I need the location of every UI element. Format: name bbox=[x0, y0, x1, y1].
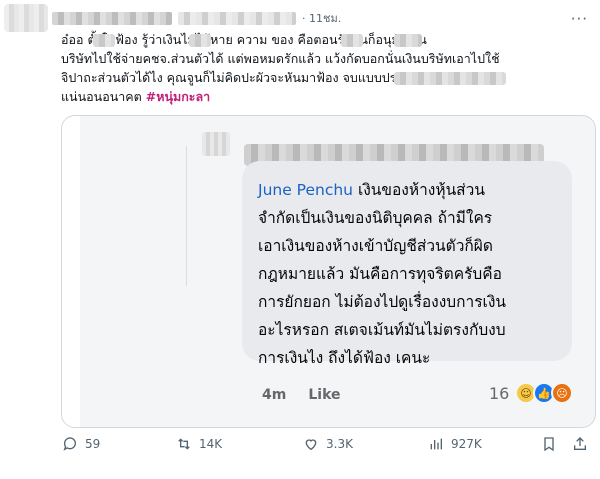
reaction-icons: ☺ 👍 ☹ bbox=[515, 382, 573, 404]
reply-thread-line bbox=[186, 146, 187, 286]
post-line-last: แน่นอนอนาคต #หนุ่มกะลา bbox=[61, 87, 596, 106]
post-header: · 11ชม. bbox=[52, 10, 341, 26]
more-options-icon[interactable]: ··· bbox=[571, 10, 588, 28]
avatar[interactable] bbox=[4, 4, 48, 32]
like-button[interactable]: 3.3K bbox=[303, 436, 353, 452]
repost-count: 14K bbox=[199, 437, 223, 451]
redaction-block bbox=[93, 34, 115, 47]
comment-line: การยักยอก ไม่ต้องไปดูเรื่องงบการเงิน bbox=[258, 293, 507, 311]
comment-line: เอาเงินของห้างเข้าบัญชีส่วนตัวก็ผิด bbox=[258, 237, 493, 255]
reply-icon bbox=[63, 437, 76, 451]
views-button[interactable]: 927K bbox=[428, 436, 482, 452]
comment-text: June Penchu เงินของห้างหุ้นส่วน จำกัดเป็… bbox=[258, 176, 568, 372]
action-bar: 59 14K 3.3K 927K bbox=[58, 436, 598, 456]
post-time[interactable]: · 11ชม. bbox=[302, 9, 341, 27]
redaction-block bbox=[189, 34, 211, 47]
redacted-display-name[interactable] bbox=[52, 11, 172, 25]
post-line: บริษัทไปใช้จ่ายคชจ.ส่วนตัวได้ แต่พอหมดรั… bbox=[61, 51, 500, 66]
image-edge bbox=[62, 116, 80, 427]
post-line: จิปาถะส่วนตัวได้ไง คุณจูนก็ไม่คิดปะผัวจะ… bbox=[61, 70, 417, 85]
post-line: อ๋ออ ตั้งใจฟ้อง รู้ว่าเงินไม่ได้หาย ความ… bbox=[61, 32, 427, 47]
view-count: 927K bbox=[451, 437, 482, 451]
post-text: อ๋ออ ตั้งใจฟ้อง รู้ว่าเงินไม่ได้หาย ความ… bbox=[61, 30, 596, 106]
views-icon bbox=[430, 438, 442, 450]
comment-line: อะไรหรอก สเตจเม้นท์มันไม่ตรงกับงบ bbox=[258, 321, 506, 339]
redaction-block bbox=[394, 34, 422, 47]
comment-time: 4m bbox=[262, 387, 287, 403]
reaction-count: 16 bbox=[489, 384, 510, 403]
angry-reaction-icon: ☹ bbox=[551, 382, 573, 404]
comment-line-first: June Penchu เงินของห้างหุ้นส่วน bbox=[258, 176, 568, 204]
comment-line: การเงินไง ถึงได้ฟ้อง เคนะ bbox=[258, 349, 431, 367]
redaction-block bbox=[394, 72, 506, 85]
post-line-text: แน่นอนอนาคต bbox=[61, 89, 146, 104]
repost-button[interactable]: 14K bbox=[176, 436, 222, 452]
redaction-block bbox=[341, 34, 363, 47]
comment-author: June Penchu bbox=[258, 181, 354, 199]
comment-line: จำกัดเป็นเงินของนิติบุคคล ถ้ามีใคร bbox=[258, 209, 493, 227]
comment-line: เงินของห้างหุ้นส่วน bbox=[353, 181, 485, 199]
repost-icon bbox=[178, 438, 190, 450]
bookmark-button[interactable] bbox=[541, 436, 557, 452]
heart-icon bbox=[305, 439, 317, 451]
bookmark-icon bbox=[544, 437, 554, 452]
reply-button[interactable]: 59 bbox=[62, 436, 100, 452]
comment-like-label: Like bbox=[308, 387, 341, 403]
reply-count: 59 bbox=[85, 437, 101, 451]
like-count: 3.3K bbox=[326, 437, 353, 451]
share-button[interactable] bbox=[572, 436, 588, 452]
hashtag-link[interactable]: #หนุ่มกะลา bbox=[146, 89, 210, 104]
reply-avatar bbox=[202, 132, 230, 156]
embedded-screenshot[interactable]: June Penchu เงินของห้างหุ้นส่วน จำกัดเป็… bbox=[61, 115, 596, 428]
comment-meta: 4m Like bbox=[262, 387, 341, 403]
comment-line: กฎหมายแล้ว มันคือการทุจริตครับคือ bbox=[258, 265, 502, 283]
redacted-handle[interactable] bbox=[178, 11, 296, 25]
share-icon bbox=[574, 437, 586, 450]
